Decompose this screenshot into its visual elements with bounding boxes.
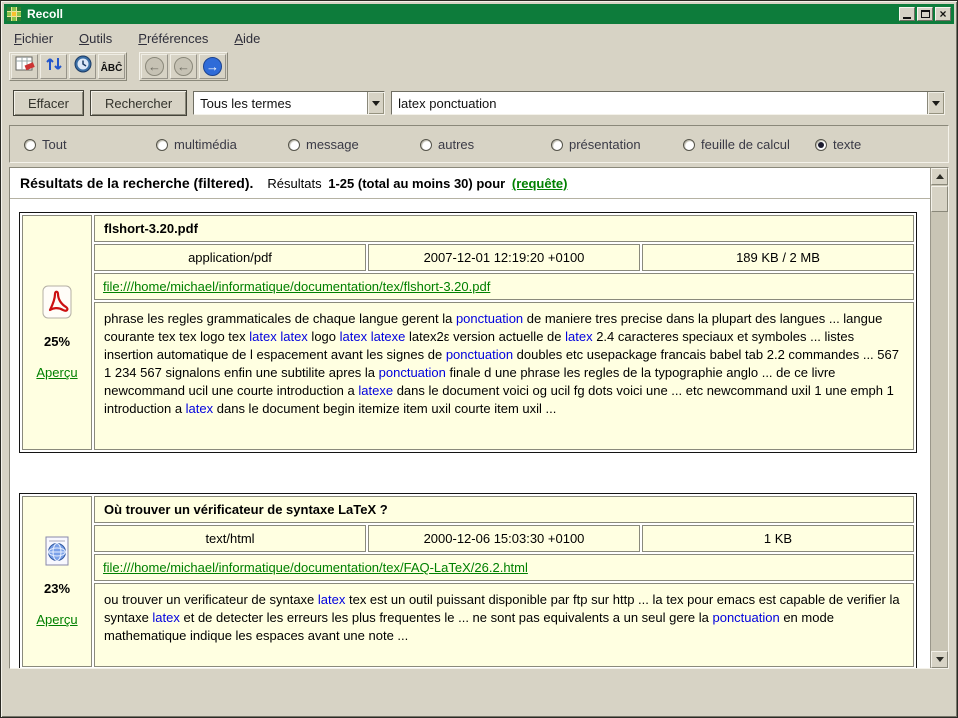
menubar: Fichier Outils Préférences Aide [11, 28, 263, 48]
filter-radio-texte[interactable]: texte [815, 137, 861, 152]
menu-outils[interactable]: Outils [76, 30, 115, 47]
results-prefix: Résultats [267, 176, 321, 191]
next-page-icon: → [203, 57, 222, 76]
minimize-button[interactable] [899, 7, 915, 21]
query-value: latex ponctuation [392, 92, 927, 114]
result-item: 25% Aperçu flshort-3.20.pdf application/… [19, 212, 917, 453]
result-abstract: phrase les regles grammaticales de chaqu… [94, 302, 914, 450]
result-left-cell: 23% Aperçu [22, 496, 92, 667]
term-explorer-icon: ÂBĈ [101, 58, 123, 76]
filter-label: message [306, 137, 359, 152]
document-history-button[interactable] [69, 54, 96, 79]
result-size: 189 KB / 2 MB [642, 244, 914, 271]
titlebar: Recoll × [4, 4, 954, 24]
result-left-cell: 25% Aperçu [22, 215, 92, 450]
result-title: Où trouver un vérificateur de syntaxe La… [94, 496, 914, 523]
filter-label: présentation [569, 137, 641, 152]
menu-preferences[interactable]: Préférences [135, 30, 211, 47]
result-mime: application/pdf [94, 244, 366, 271]
window-controls: × [897, 7, 951, 21]
pdf-file-icon [23, 285, 91, 322]
filter-label: autres [438, 137, 474, 152]
results-list: 25% Aperçu flshort-3.20.pdf application/… [10, 200, 930, 668]
toolbar-group-1: ÂBĈ [9, 52, 127, 81]
chevron-down-icon [932, 101, 940, 106]
results-range: 1-25 (total au moins 30) pour [328, 176, 505, 191]
results-header: Résultats de la recherche (filtered). Rés… [10, 168, 930, 199]
search-mode-value: Tous les termes [194, 92, 367, 114]
search-row: Effacer Rechercher Tous les termes latex… [13, 90, 945, 116]
filter-radio-multimedia[interactable]: multimédia [156, 137, 237, 152]
scroll-down-button[interactable] [931, 651, 948, 668]
search-button[interactable]: Rechercher [90, 90, 187, 116]
result-date: 2000-12-06 15:03:30 +0100 [368, 525, 640, 552]
result-title: flshort-3.20.pdf [94, 215, 914, 242]
clear-button[interactable]: Effacer [13, 90, 84, 116]
relevance-percent: 25% [23, 334, 91, 349]
filter-radio-presentation[interactable]: présentation [551, 137, 641, 152]
relevance-percent: 23% [23, 581, 91, 596]
result-size: 1 KB [642, 525, 914, 552]
radio-icon [24, 139, 36, 151]
arrow-down-icon [936, 657, 944, 662]
document-history-icon [74, 55, 92, 78]
result-date: 2007-12-01 12:19:20 +0100 [368, 244, 640, 271]
mode-dropdown-arrow[interactable] [367, 92, 384, 114]
radio-icon [156, 139, 168, 151]
filter-radio-feuille-de-calcul[interactable]: feuille de calcul [683, 137, 790, 152]
previous-page-icon: ← [174, 57, 193, 76]
maximize-button[interactable] [917, 7, 933, 21]
filter-label: texte [833, 137, 861, 152]
preview-link[interactable]: Aperçu [36, 612, 77, 627]
radio-icon [420, 139, 432, 151]
term-explorer-button[interactable]: ÂBĈ [98, 54, 125, 79]
radio-selected-icon [815, 139, 827, 151]
previous-page-button[interactable]: ← [170, 54, 197, 79]
filter-radio-message[interactable]: message [288, 137, 359, 152]
filter-radio-autres[interactable]: autres [420, 137, 474, 152]
results-panel: Résultats de la recherche (filtered). Rés… [9, 167, 949, 669]
preview-link[interactable]: Aperçu [36, 365, 77, 380]
next-page-button[interactable]: → [199, 54, 226, 79]
vertical-scrollbar[interactable] [930, 168, 948, 668]
scroll-up-button[interactable] [931, 168, 948, 185]
filter-label: multimédia [174, 137, 237, 152]
menu-aide[interactable]: Aide [231, 30, 263, 47]
results-title: Résultats de la recherche (filtered). [20, 175, 253, 191]
html-file-icon [23, 536, 91, 569]
recoll-logo-icon [7, 7, 21, 21]
filter-label: Tout [42, 137, 67, 152]
close-button[interactable]: × [935, 7, 951, 21]
category-filter-frame: Tout multimédia message autres présentation f… [9, 125, 949, 163]
result-url-link[interactable]: file:///home/michael/informatique/docume… [103, 279, 490, 294]
query-history-arrow[interactable] [927, 92, 944, 114]
scrollbar-thumb[interactable] [931, 186, 948, 212]
radio-icon [683, 139, 695, 151]
radio-icon [288, 139, 300, 151]
sort-parameters-icon [45, 55, 63, 78]
filter-radio-tout[interactable]: Tout [24, 137, 67, 152]
radio-icon [551, 139, 563, 151]
first-page-icon: ← [145, 57, 164, 76]
clear-search-icon [15, 55, 35, 78]
filter-label: feuille de calcul [701, 137, 790, 152]
results-summary: Résultats 1-25 (total au moins 30) pour … [267, 176, 567, 191]
result-item: 23% Aperçu Où trouver un vérificateur de… [19, 493, 917, 668]
window-title: Recoll [27, 7, 897, 21]
recoll-window: Recoll × Fichier Outils Préférences Aide ÂB… [0, 0, 958, 718]
menu-fichier[interactable]: Fichier [11, 30, 56, 47]
first-page-button[interactable]: ← [141, 54, 168, 79]
clear-search-button[interactable] [11, 54, 38, 79]
chevron-down-icon [372, 101, 380, 106]
result-abstract: ou trouver un verificateur de syntaxe la… [94, 583, 914, 667]
query-details-link[interactable]: (requête) [512, 176, 568, 191]
query-input[interactable]: latex ponctuation [391, 91, 945, 115]
result-mime: text/html [94, 525, 366, 552]
arrow-up-icon [936, 174, 944, 179]
toolbar: ÂBĈ ← ← → [9, 52, 228, 81]
result-url-link[interactable]: file:///home/michael/informatique/docume… [103, 560, 528, 575]
search-mode-select[interactable]: Tous les termes [193, 91, 385, 115]
sort-parameters-button[interactable] [40, 54, 67, 79]
toolbar-group-2: ← ← → [139, 52, 228, 81]
